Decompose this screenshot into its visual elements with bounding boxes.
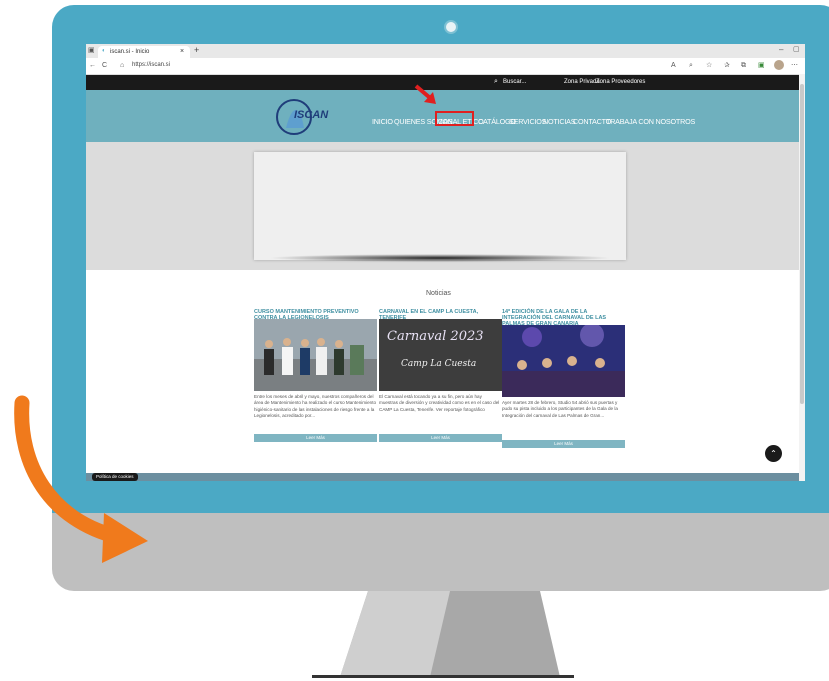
read-aloud-icon[interactable]: A <box>671 60 676 71</box>
photo-gala <box>502 323 625 397</box>
scrollbar-thumb[interactable] <box>800 84 804 404</box>
reload-icon[interactable]: C <box>102 60 107 71</box>
chalkboard-title: Carnaval 2023 <box>387 329 484 344</box>
chevron-up-icon: ⌃ <box>770 449 777 458</box>
news-card: CARNAVAL EN EL CAMP LA CUESTA, TENERIFE … <box>379 309 502 459</box>
collections-icon[interactable]: ⧉ <box>741 60 746 71</box>
webcam-icon <box>444 20 458 34</box>
hero-section <box>86 142 805 270</box>
zona-privada-link[interactable]: Zona Privada <box>564 79 600 85</box>
tab-active[interactable]: ◐ iscan.si - Inicio × <box>98 46 190 58</box>
read-more-button[interactable]: Leer Más <box>254 434 377 442</box>
back-icon[interactable]: ← <box>89 60 96 71</box>
tab-actions-icon[interactable]: ▣ <box>88 46 95 54</box>
site-logo[interactable]: ISCAN <box>274 98 338 136</box>
card-text: Ayer martes 28 de febrero, Studio 54 abr… <box>502 400 618 418</box>
tab-bar: ▣ ◐ iscan.si - Inicio × + – ▢ <box>86 44 805 58</box>
site-header: ISCAN INICIO QUIENES SOMOS CANAL ETICO C… <box>86 84 805 142</box>
card-image[interactable] <box>254 319 377 391</box>
url-field[interactable]: https://iscan.si <box>132 60 692 71</box>
new-tab-button[interactable]: + <box>194 45 199 55</box>
minimize-icon[interactable]: – <box>779 45 783 54</box>
news-card: 14º EDICIÓN DE LA GALA DE LA INTEGRACIÓN… <box>502 309 625 459</box>
slider-shadow <box>268 254 612 262</box>
card-image[interactable]: Carnaval 2023 Camp La Cuesta <box>379 319 502 391</box>
logo-text: ISCAN <box>294 109 329 121</box>
site-top-strip: ⌕ Buscar... Zona Privada Zona Proveedore… <box>86 75 805 90</box>
lock-icon: ⌂ <box>120 62 125 69</box>
monitor-stand <box>312 591 574 678</box>
chalkboard-subtitle: Camp La Cuesta <box>401 359 477 369</box>
nav-noticias[interactable]: NOTICIAS <box>543 117 576 126</box>
zoom-icon[interactable]: ⌕ <box>689 60 693 71</box>
browser-window: ▣ ◐ iscan.si - Inicio × + – ▢ ← C ⌂ http… <box>86 44 805 481</box>
search-icon[interactable]: ⌕ <box>494 78 498 86</box>
read-more-button[interactable]: Leer Más <box>502 440 625 448</box>
card-text: Entre los meses de abril y mayo, nuestro… <box>254 394 377 419</box>
news-card: CURSO MANTENIMIENTO PREVENTIVO CONTRA LA… <box>254 309 377 459</box>
red-arrow-icon <box>414 84 436 104</box>
monitor-chin <box>52 513 829 591</box>
read-more-button[interactable]: Leer Más <box>379 434 502 442</box>
close-tab-icon[interactable]: × <box>180 48 184 55</box>
zona-proveedores-link[interactable]: Zona Proveedores <box>596 79 645 85</box>
highlight-box <box>435 111 474 126</box>
news-heading: Noticias <box>426 290 451 297</box>
extension-icon[interactable]: ▣ <box>758 60 765 71</box>
card-image[interactable] <box>502 323 625 397</box>
address-bar-row: ← C ⌂ https://iscan.si A ⌕ ☆ ✰ ⧉ ▣ ⋯ <box>86 58 805 75</box>
favorite-star-icon[interactable]: ☆ <box>706 60 712 71</box>
cookie-bar: Política de cookies <box>86 473 805 481</box>
tab-title: iscan.si - Inicio <box>110 49 150 55</box>
scroll-top-button[interactable]: ⌃ <box>765 445 782 462</box>
restore-icon[interactable]: ▢ <box>793 45 800 53</box>
nav-trabaja[interactable]: TRABAJA CON NOSOTROS <box>606 117 695 126</box>
favorites-icon[interactable]: ✰ <box>724 60 730 71</box>
search-link[interactable]: Buscar... <box>503 79 526 85</box>
card-text: El Carnaval está tocando ya a su fin, pe… <box>379 394 500 412</box>
photo-people <box>254 319 377 391</box>
hero-slider[interactable] <box>254 152 626 260</box>
favicon-icon: ◐ <box>102 48 106 54</box>
nav-servicios[interactable]: SERVICIOS <box>509 117 546 126</box>
cookie-policy-button[interactable]: Política de cookies <box>92 473 138 481</box>
avatar[interactable] <box>774 60 784 70</box>
more-icon[interactable]: ⋯ <box>791 60 798 71</box>
nav-inicio[interactable]: INICIO <box>372 117 393 126</box>
